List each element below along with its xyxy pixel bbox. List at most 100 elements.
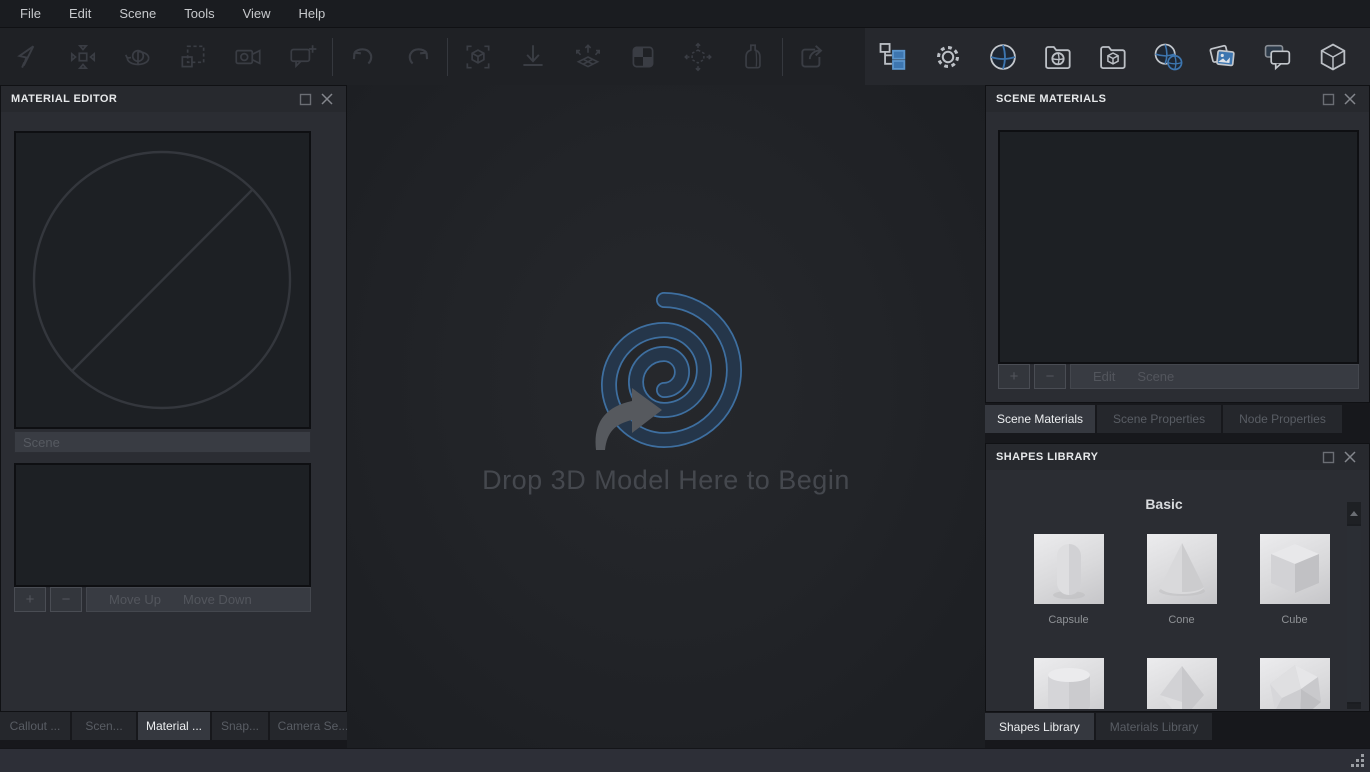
scene-materials-title: SCENE MATERIALS — [996, 93, 1315, 105]
float-button[interactable] — [1319, 90, 1337, 108]
selection-box-button[interactable] — [165, 29, 220, 85]
drop-hint-text: Drop 3D Model Here to Begin — [347, 465, 985, 496]
scene-tree-button[interactable] — [865, 29, 920, 85]
orbit-icon — [122, 41, 154, 73]
tab-callout[interactable]: Callout ... — [0, 712, 70, 740]
tab-material[interactable]: Material ... — [138, 712, 210, 740]
redo-button[interactable] — [390, 29, 445, 85]
move-down-button[interactable]: Move Down — [183, 592, 252, 607]
octahedron-icon — [1147, 658, 1217, 709]
undo-button[interactable] — [335, 29, 390, 85]
scene-materials-list[interactable] — [998, 130, 1359, 364]
add-layer-button[interactable]: + — [14, 587, 46, 612]
drop-to-ground-button[interactable] — [505, 29, 560, 85]
close-button[interactable] — [1341, 90, 1359, 108]
callouts-button[interactable] — [1250, 29, 1305, 85]
tab-shapes-library[interactable]: Shapes Library — [985, 713, 1094, 740]
toolbar-separator — [332, 38, 333, 76]
tab-scene-properties[interactable]: Scene Properties — [1097, 405, 1221, 433]
select-arrow-button[interactable] — [0, 29, 55, 85]
edit-material-button[interactable]: Edit — [1093, 369, 1115, 384]
add-material-button[interactable]: + — [998, 364, 1030, 389]
shapes-folder-icon — [1096, 40, 1130, 74]
tab-scene[interactable]: Scen... — [72, 712, 136, 740]
share-export-button[interactable] — [785, 29, 840, 85]
settings-button[interactable] — [920, 29, 975, 85]
scene-tree-icon — [876, 40, 910, 74]
material-sphere-button[interactable] — [975, 29, 1030, 85]
shapes-scrollbar[interactable] — [1347, 502, 1361, 709]
explode-button[interactable] — [670, 29, 725, 85]
material-preview[interactable] — [14, 131, 311, 429]
orbit-button[interactable] — [110, 29, 165, 85]
capsule-icon — [1034, 534, 1104, 604]
fit-view-icon — [462, 41, 494, 73]
menu-edit[interactable]: Edit — [55, 0, 105, 28]
checker-material-button[interactable] — [615, 29, 670, 85]
cylinder-icon — [1034, 658, 1104, 709]
render-camera-button[interactable] — [220, 29, 275, 85]
scroll-down-button[interactable] — [1347, 704, 1361, 709]
tab-scene-materials[interactable]: Scene Materials — [985, 405, 1095, 433]
pan-move-button[interactable] — [55, 29, 110, 85]
scroll-up-button[interactable] — [1347, 502, 1361, 524]
shapes-library-titlebar: SHAPES LIBRARY — [986, 444, 1369, 470]
tab-materials-library[interactable]: Materials Library — [1096, 713, 1213, 740]
resize-grip[interactable] — [1351, 753, 1365, 767]
close-button[interactable] — [1341, 448, 1359, 466]
materials-folder-button[interactable] — [1030, 29, 1085, 85]
scene-materials-button[interactable] — [1140, 29, 1195, 85]
remove-layer-button[interactable]: − — [50, 587, 82, 612]
app-logo-icon — [578, 288, 750, 460]
toolbar — [0, 28, 1370, 85]
shape-item-capsule[interactable]: Capsule — [1012, 534, 1125, 626]
object-bottle-button[interactable] — [725, 29, 780, 85]
float-button[interactable] — [296, 90, 314, 108]
icosahedron-icon — [1260, 658, 1330, 709]
selection-box-icon — [177, 41, 209, 73]
tab-snap[interactable]: Snap... — [212, 712, 268, 740]
scatter-button[interactable] — [560, 29, 615, 85]
menu-scene[interactable]: Scene — [105, 0, 170, 28]
material-name-field[interactable]: Scene — [14, 431, 311, 453]
shape-item-cylinder[interactable] — [1012, 658, 1125, 709]
close-button[interactable] — [318, 90, 336, 108]
move-up-button[interactable]: Move Up — [109, 592, 161, 607]
tab-node-properties[interactable]: Node Properties — [1223, 405, 1342, 433]
shape-item-cone[interactable]: Cone — [1125, 534, 1238, 626]
add-callout-button[interactable] — [275, 29, 330, 85]
shape-label: Cube — [1281, 614, 1307, 626]
toolbar-separator — [447, 38, 448, 76]
scene-button[interactable]: Scene — [1137, 369, 1174, 384]
shape-item-icosahedron[interactable] — [1238, 658, 1351, 709]
float-button[interactable] — [1319, 448, 1337, 466]
fit-view-button[interactable] — [450, 29, 505, 85]
toolbar-separator — [782, 38, 783, 76]
geometry-cube-button[interactable] — [1305, 29, 1360, 85]
object-bottle-icon — [737, 41, 769, 73]
scrollbar-thumb[interactable] — [1347, 526, 1361, 702]
callouts-stack-icon — [1261, 40, 1295, 74]
material-layers-list[interactable] — [14, 463, 311, 587]
menu-file[interactable]: File — [6, 0, 55, 28]
menu-view[interactable]: View — [229, 0, 285, 28]
scatter-icon — [572, 41, 604, 73]
cube-icon — [1260, 534, 1330, 604]
menu-bar: File Edit Scene Tools View Help — [0, 0, 1370, 28]
cone-icon — [1147, 534, 1217, 604]
tab-camera[interactable]: Camera Se... — [270, 712, 356, 740]
layer-order-bar: Move Up Move Down — [86, 587, 311, 612]
viewport-drop-zone[interactable]: Drop 3D Model Here to Begin — [347, 85, 985, 748]
shape-item-octahedron[interactable] — [1125, 658, 1238, 709]
menu-tools[interactable]: Tools — [170, 0, 228, 28]
remove-material-button[interactable]: − — [1034, 364, 1066, 389]
menu-help[interactable]: Help — [285, 0, 340, 28]
scene-materials-titlebar: SCENE MATERIALS — [986, 86, 1369, 112]
scene-materials-panel: SCENE MATERIALS + − Edit Scene — [985, 85, 1370, 403]
material-editor-panel: MATERIAL EDITOR Scene + − Move Up Move D… — [0, 85, 347, 712]
render-camera-icon — [232, 41, 264, 73]
images-button[interactable] — [1195, 29, 1250, 85]
shape-item-cube[interactable]: Cube — [1238, 534, 1351, 626]
shapes-folder-button[interactable] — [1085, 29, 1140, 85]
right-dock: SCENE MATERIALS + − Edit Scene Scene Mat… — [985, 85, 1370, 748]
